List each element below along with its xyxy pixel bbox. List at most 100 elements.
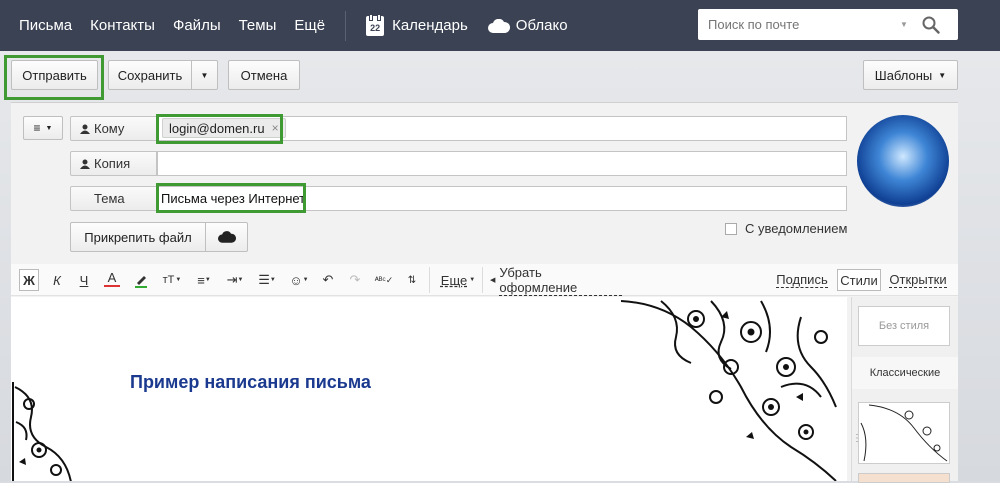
save-button[interactable]: Сохранить (108, 60, 192, 90)
subject-value: Письма через Интернет (161, 191, 306, 206)
undo-icon: ↶ (322, 272, 334, 287)
panel-resize-handle[interactable]: ⋮ (852, 434, 862, 451)
styles-tab[interactable]: Стили (837, 269, 881, 291)
templates-button[interactable]: Шаблоны ▼ (863, 60, 958, 90)
text-color-button[interactable]: А (104, 269, 120, 287)
chevron-down-icon: ▼ (200, 70, 209, 80)
subject-label: Тема (70, 186, 157, 211)
chevron-down-icon: ▼ (469, 277, 476, 283)
cards-label: Открытки (889, 272, 947, 288)
nav-divider (345, 10, 347, 41)
translit-button[interactable]: ⇅ (404, 269, 420, 291)
calendar-icon: 22 (366, 13, 385, 36)
highlight-color-button[interactable] (131, 269, 151, 291)
signature-label: Подпись (776, 272, 828, 288)
align-button[interactable]: ≡ ▼ (193, 269, 215, 291)
nav-item-contacts[interactable]: Контакты (90, 17, 155, 34)
style-category-classic[interactable]: Классические (852, 357, 958, 389)
nav-item-more[interactable]: Ещё (294, 17, 325, 34)
search-box: ▼ (698, 9, 958, 40)
cancel-button[interactable]: Отмена (228, 60, 300, 90)
bold-button[interactable]: Ж (19, 269, 39, 291)
recipient-chip[interactable]: login@domen.ru × (162, 118, 286, 138)
spellcheck-icon: ᴬᴮᶜ✓ (374, 274, 394, 285)
nav-calendar-link[interactable]: 22 Календарь (366, 13, 468, 36)
indent-icon: ⇥ (226, 272, 238, 287)
chevron-down-icon: ▼ (302, 277, 309, 283)
list-button[interactable]: ☰ ▼ (256, 269, 278, 291)
message-heading: Пример написания письма (130, 372, 371, 392)
menu-icon: ≡ (33, 121, 41, 135)
styles-panel: Без стиля Классические ⋮ (851, 297, 958, 483)
save-options-button[interactable]: ▼ (192, 60, 218, 90)
font-size-label: тТ (162, 274, 175, 286)
cc-label-text: Копия (94, 156, 131, 171)
redo-button[interactable]: ↷ (347, 269, 363, 291)
cc-label[interactable]: Копия (70, 151, 157, 176)
chevron-down-icon: ▼ (269, 277, 276, 283)
chevron-down-icon: ▼ (204, 277, 211, 283)
nav-item-themes[interactable]: Темы (239, 17, 277, 34)
font-size-button[interactable]: тТ ▼ (161, 269, 183, 291)
align-left-icon: ≡ (197, 272, 205, 288)
style-option-none[interactable]: Без стиля (858, 306, 950, 346)
style-option-floral-thumbnail[interactable] (858, 402, 950, 464)
search-options-chevron-icon[interactable]: ▼ (900, 20, 908, 29)
more-label: Еще (440, 272, 468, 288)
more-formatting-button[interactable]: Еще ▼ (438, 269, 478, 291)
chevron-left-icon: ◀ (490, 277, 496, 284)
notify-label: С уведомлением (745, 221, 848, 236)
person-icon (80, 124, 90, 134)
chevron-down-icon: ▼ (175, 277, 182, 283)
search-icon[interactable] (922, 16, 940, 34)
cc-field[interactable] (157, 151, 847, 176)
top-navigation-bar: Письма Контакты Файлы Темы Ещё 22 Календ… (0, 0, 1000, 51)
attach-from-cloud-button[interactable] (206, 222, 248, 252)
nav-item-letters[interactable]: Письма (19, 17, 72, 34)
attach-file-button[interactable]: Прикрепить файл (70, 222, 206, 252)
italic-button[interactable]: К (49, 269, 65, 291)
emoji-button[interactable]: ☺ ▼ (288, 269, 310, 291)
cloud-label: Облако (515, 17, 568, 34)
style-option-thumbnail[interactable] (858, 473, 950, 483)
person-icon (80, 159, 90, 169)
fields-menu-button[interactable]: ≡ ▼ (23, 116, 63, 140)
corner-ornament-bottom-left (12, 382, 72, 481)
search-input[interactable] (698, 17, 898, 32)
smiley-icon: ☺ (289, 272, 303, 288)
formatting-toolbar: Ж К Ч А тТ ▼ ≡ ▼ ⇥ ▼ ☰ ▼ ☺ ▼ ↶ ↷ ᴬᴮᶜ✓ ⇅ Еще ▼ … (11, 264, 958, 296)
main-nav: Письма Контакты Файлы Темы Ещё 22 Календ… (0, 0, 588, 51)
toolbar-divider (429, 267, 430, 293)
subject-field[interactable]: Письма через Интернет (157, 186, 847, 211)
translit-icon: ⇅ (407, 274, 417, 286)
chevron-down-icon: ▼ (45, 124, 53, 132)
spellcheck-button[interactable]: ᴬᴮᶜ✓ (373, 269, 395, 291)
notify-checkbox[interactable] (725, 222, 737, 235)
nav-cloud-link[interactable]: Облако (487, 17, 568, 34)
avatar (857, 115, 949, 207)
signature-tab[interactable]: Подпись (775, 269, 829, 291)
toolbar-divider (482, 267, 483, 293)
templates-label: Шаблоны (874, 67, 933, 83)
cards-tab[interactable]: Открытки (889, 269, 947, 291)
indent-button[interactable]: ⇥ ▼ (224, 269, 246, 291)
undo-button[interactable]: ↶ (320, 269, 336, 291)
marker-icon (135, 276, 147, 288)
remove-recipient-icon[interactable]: × (272, 121, 279, 135)
redo-icon: ↷ (349, 272, 361, 287)
clear-formatting-button[interactable]: ◀ Убрать оформление (490, 265, 622, 296)
nav-item-files[interactable]: Файлы (173, 17, 221, 34)
message-editor[interactable]: Пример написания письма (11, 297, 847, 481)
chevron-down-icon: ▼ (237, 277, 244, 283)
notify-option[interactable]: С уведомлением (725, 221, 847, 236)
cloud-icon (487, 18, 510, 33)
send-button[interactable]: Отправить (11, 60, 98, 90)
to-label[interactable]: Кому (70, 116, 157, 141)
chevron-down-icon: ▼ (938, 70, 947, 80)
underline-button[interactable]: Ч (76, 269, 92, 291)
corner-ornament-top-right (621, 300, 837, 481)
clear-format-label: Убрать оформление (499, 265, 622, 296)
recipient-email: login@domen.ru (169, 120, 265, 136)
floral-ornament-thumbnail (860, 404, 948, 462)
numbered-list-icon: ☰ (258, 272, 270, 287)
